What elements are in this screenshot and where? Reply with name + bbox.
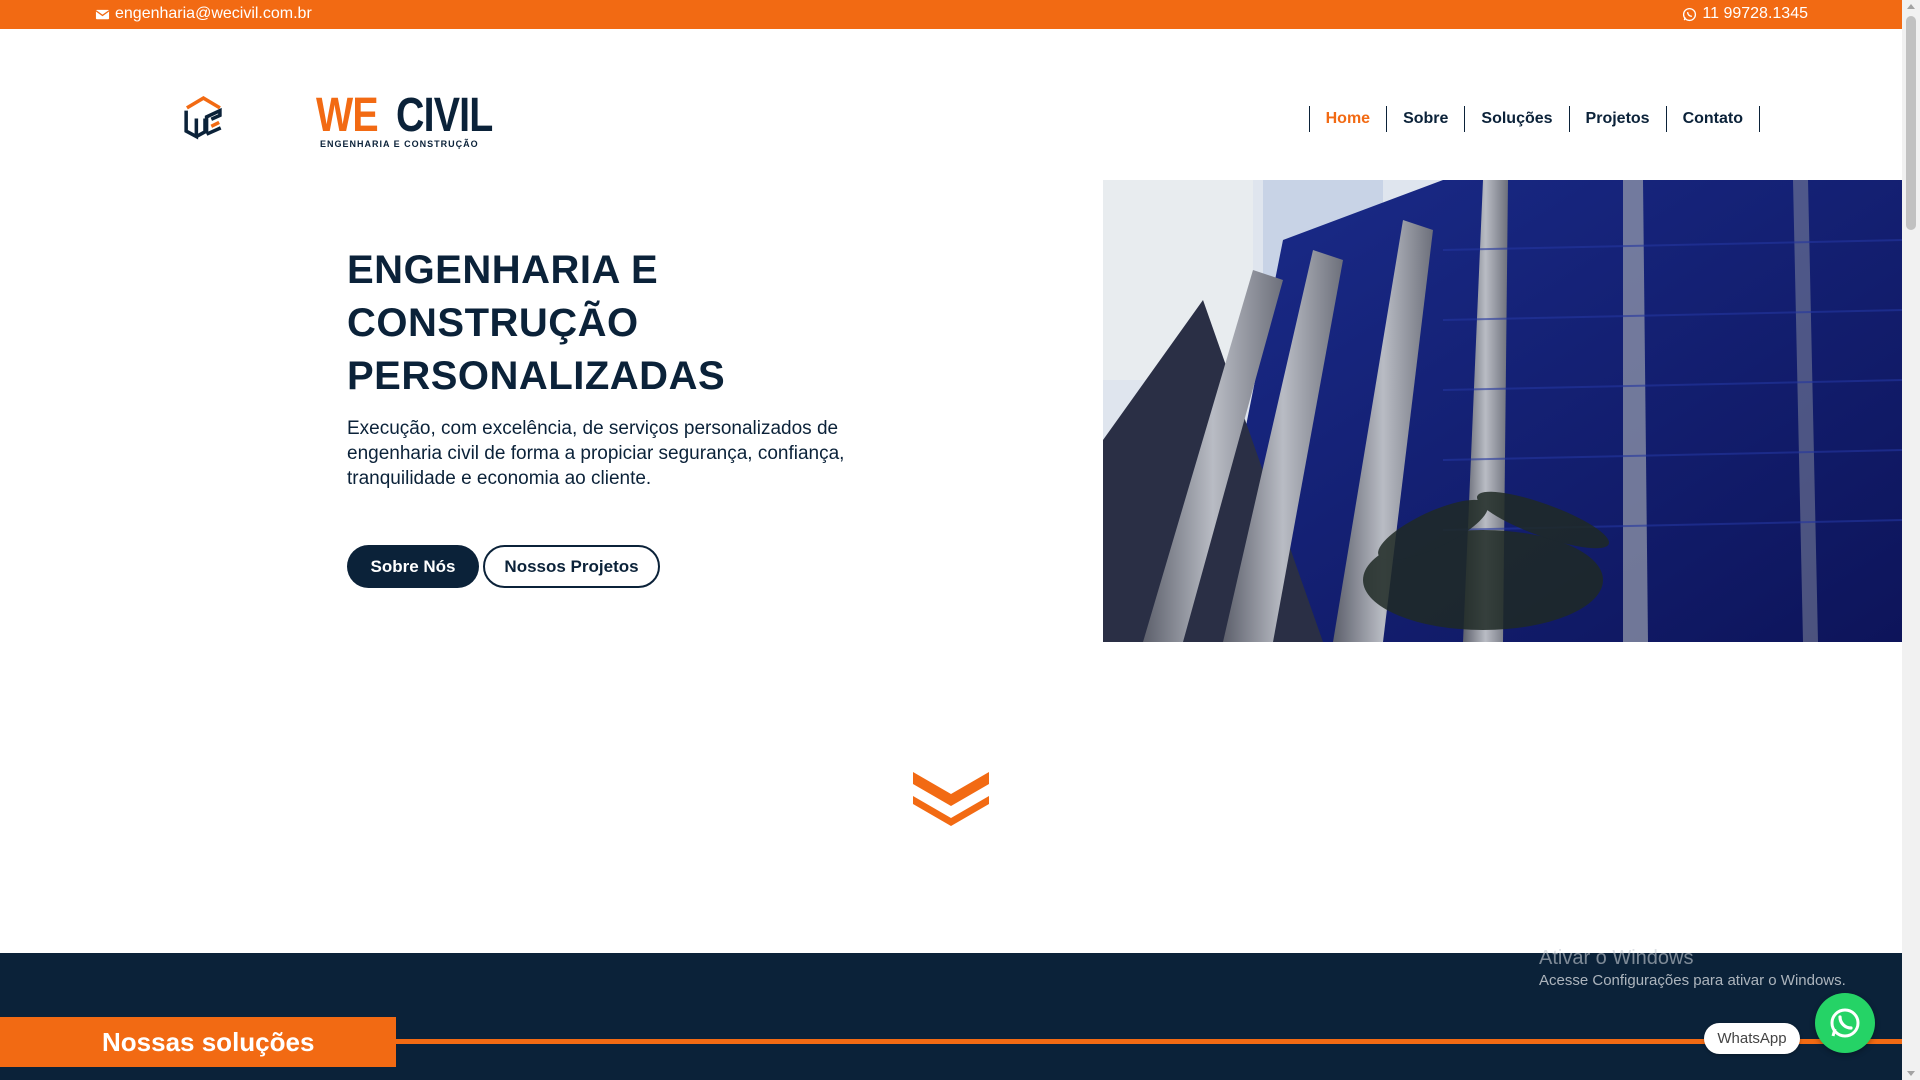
hero-title-line: PERSONALIZADAS	[347, 354, 726, 398]
hero-building-image	[1103, 180, 1903, 642]
scroll-up-arrow-icon[interactable]	[1907, 4, 1915, 9]
nav-contato[interactable]: Contato	[1665, 106, 1759, 132]
nav-divider	[1759, 106, 1760, 132]
hero-title-line: CONSTRUÇÃO	[347, 301, 639, 345]
nav-projetos[interactable]: Projetos	[1568, 106, 1666, 132]
page-scrollbar[interactable]	[1902, 0, 1920, 1080]
hero-title: ENGENHARIA E CONSTRUÇÃO PERSONALIZADAS	[347, 244, 907, 403]
windows-activation-title: Ativar o Windows	[1539, 947, 1694, 969]
brand-name-we: WE	[316, 89, 379, 142]
contact-email-text: engenharia@wecivil.com.br	[115, 5, 312, 22]
brand-name: WE CIVIL	[316, 88, 513, 143]
nossos-projetos-button[interactable]: Nossos Projetos	[483, 545, 660, 588]
hero-title-line: ENGENHARIA E	[347, 248, 659, 292]
nav-solucoes[interactable]: Soluções	[1464, 106, 1568, 132]
sobre-nos-button[interactable]: Sobre Nós	[347, 545, 479, 588]
nav-sobre[interactable]: Sobre	[1386, 106, 1464, 132]
nav-home[interactable]: Home	[1308, 106, 1386, 132]
we-civil-logo[interactable]	[183, 60, 293, 175]
solutions-heading: Nossas soluções	[0, 1017, 396, 1067]
brand-subtitle: ENGENHARIA E CONSTRUÇÃO	[320, 139, 479, 149]
hero-description: Execução, com excelência, de serviços pe…	[347, 418, 845, 489]
brand-name-civil: CIVIL	[395, 89, 493, 142]
envelope-icon	[95, 9, 110, 19]
section-divider-line	[395, 1039, 1902, 1044]
main-nav: Home Sobre Soluções Projetos Contato	[1308, 106, 1760, 132]
contact-email[interactable]: engenharia@wecivil.com.br	[95, 5, 312, 23]
contact-phone-text: 11 99728.1345	[1702, 5, 1808, 22]
scrollbar-thumb[interactable]	[1906, 16, 1916, 230]
top-bar: engenharia@wecivil.com.br 11 99728.1345	[0, 0, 1902, 29]
windows-activation-notice: Ativar o Windows Acesse Configurações pa…	[1539, 947, 1846, 989]
whatsapp-icon	[1683, 7, 1697, 21]
whatsapp-icon	[1830, 1008, 1860, 1038]
whatsapp-label[interactable]: WhatsApp	[1704, 1023, 1800, 1054]
chevron-down-icon[interactable]	[911, 768, 991, 828]
whatsapp-button[interactable]	[1815, 993, 1875, 1053]
scroll-down-arrow-icon[interactable]	[1907, 1071, 1915, 1076]
contact-phone[interactable]: 11 99728.1345	[1682, 5, 1808, 23]
windows-activation-subtitle: Acesse Configurações para ativar o Windo…	[1539, 972, 1846, 989]
